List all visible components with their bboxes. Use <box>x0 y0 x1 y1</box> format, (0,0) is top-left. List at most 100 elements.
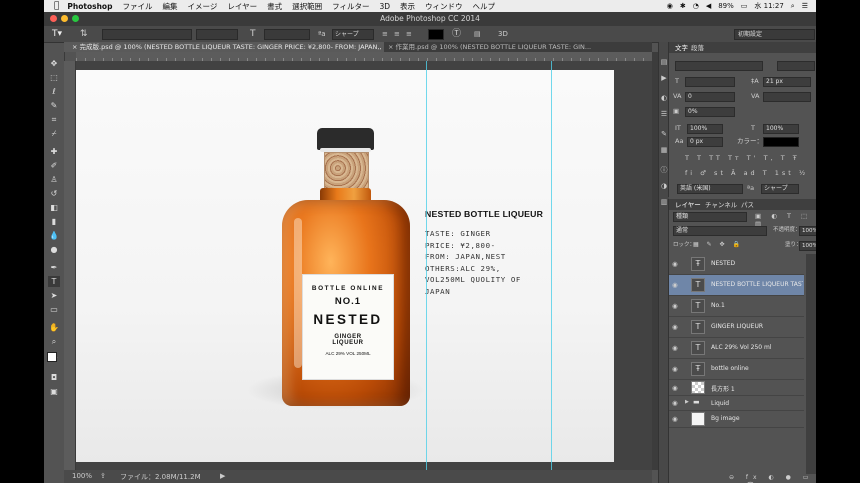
menu-layer[interactable]: レイヤー <box>227 1 257 12</box>
guide-line-left[interactable] <box>426 61 427 470</box>
language-select[interactable]: 英語 (米国) <box>677 184 743 194</box>
menu-file[interactable]: ファイル <box>122 1 152 12</box>
properties-panel-icon[interactable]: ☰ <box>660 110 668 118</box>
layer-row[interactable]: ◉ Bg image <box>669 411 804 428</box>
layers-scrollbar[interactable] <box>806 254 816 474</box>
gradient-tool-icon[interactable]: ▮ <box>48 216 60 227</box>
info-panel-icon[interactable]: ⓘ <box>660 166 668 174</box>
styles-panel-icon[interactable]: ▦ <box>660 146 668 154</box>
bottle-label[interactable]: BOTTLE ONLINE NO.1 NESTED GINGER LIQUEUR… <box>302 274 394 380</box>
lock-icons[interactable]: ▦ ✎ ✥ 🔒 <box>693 241 743 249</box>
font-family-select[interactable] <box>102 29 192 40</box>
layer-row[interactable]: ◉ Ŧ bottle online <box>669 359 804 380</box>
tab-layers[interactable]: レイヤー <box>675 200 701 210</box>
document-canvas[interactable]: BOTTLE ONLINE NO.1 NESTED GINGER LIQUEUR… <box>76 70 614 462</box>
close-window-button[interactable] <box>50 15 57 22</box>
menu-filter[interactable]: フィルター <box>332 1 369 12</box>
share-icon[interactable]: ⇪ <box>100 472 106 480</box>
guide-line-right[interactable] <box>551 61 552 470</box>
layer-row[interactable]: ◉ T GINGER LIQUEUR <box>669 317 804 338</box>
tab-close-icon[interactable]: × <box>388 43 396 51</box>
bluetooth-icon[interactable]: ✱ <box>680 2 686 10</box>
minimize-window-button[interactable] <box>61 15 68 22</box>
volume-icon[interactable]: ◀ <box>706 2 711 10</box>
layer-group-row[interactable]: ◉ ▶ ▬ Liquid <box>669 396 804 411</box>
layer-filter-kind[interactable]: 種類 <box>673 212 747 222</box>
blur-tool-icon[interactable]: 💧 <box>48 230 60 241</box>
character-antialias-select[interactable]: シャープ <box>761 184 799 194</box>
clock[interactable]: 水 11:27 <box>754 1 783 11</box>
menu-help[interactable]: ヘルプ <box>473 1 496 12</box>
ruler-vertical[interactable] <box>64 61 76 470</box>
wifi-icon[interactable]: ◔ <box>693 2 699 10</box>
battery-percent[interactable]: 89% <box>718 2 734 10</box>
eyedropper-tool-icon[interactable]: ⌿ <box>48 128 60 139</box>
history-panel-icon[interactable]: ▤ <box>660 58 668 66</box>
tab-close-icon[interactable]: × <box>72 43 80 51</box>
history-brush-tool-icon[interactable]: ↺ <box>48 188 60 199</box>
tab-paragraph[interactable]: 段落 <box>691 43 704 53</box>
fill-field[interactable]: 100% <box>799 241 816 251</box>
layer-row[interactable]: ◉ 長方形 1 <box>669 380 804 396</box>
visibility-eye-icon[interactable]: ◉ <box>672 399 678 407</box>
brush-tool-icon[interactable]: ✐ <box>48 160 60 171</box>
quick-mask-icon[interactable]: ◘ <box>48 372 60 383</box>
marquee-tool-icon[interactable]: ⬚ <box>48 72 60 83</box>
font-style-field[interactable] <box>777 61 815 71</box>
menu-window[interactable]: ウィンドウ <box>425 1 463 12</box>
visibility-eye-icon[interactable]: ◉ <box>672 415 678 423</box>
clone-stamp-tool-icon[interactable]: ♙ <box>48 174 60 185</box>
zoom-window-button[interactable] <box>72 15 79 22</box>
menu-select[interactable]: 選択範囲 <box>292 1 322 12</box>
group-expand-arrow-icon[interactable]: ▶ <box>685 399 689 405</box>
search-icon[interactable]: ⌕ <box>791 2 795 11</box>
visibility-eye-icon[interactable]: ◉ <box>672 384 678 392</box>
visibility-eye-icon[interactable]: ◉ <box>672 260 678 268</box>
eraser-tool-icon[interactable]: ◧ <box>48 202 60 213</box>
visibility-eye-icon[interactable]: ◉ <box>672 323 678 331</box>
path-selection-tool-icon[interactable]: ➤ <box>48 290 60 301</box>
baseline-field[interactable]: 0 px <box>687 137 723 147</box>
zoom-tool-icon[interactable]: ⌕ <box>48 336 60 347</box>
tsume-field[interactable]: 0% <box>685 107 735 117</box>
antialias-select[interactable]: シャープ <box>332 29 374 40</box>
menu-app-name[interactable]: Photoshop <box>67 2 112 11</box>
menu-view[interactable]: 表示 <box>400 1 415 12</box>
color-panel-icon[interactable]: ◑ <box>660 182 668 190</box>
font-size-select[interactable] <box>264 29 310 40</box>
layer-row-selected[interactable]: ◉ T NESTED BOTTLE LIQUEUR TASTE: GING... <box>669 275 804 296</box>
horizontal-scale-field[interactable]: 100% <box>763 124 799 134</box>
zoom-level[interactable]: 100% <box>72 472 92 480</box>
leading-field[interactable]: 21 px <box>763 77 811 87</box>
actions-panel-icon[interactable]: ▶ <box>660 74 668 82</box>
font-family-field[interactable] <box>675 61 763 71</box>
workspace-select[interactable]: 初期設定 <box>734 29 815 40</box>
tab-channels[interactable]: チャンネル <box>705 200 737 210</box>
align-right-icon[interactable]: ≡ <box>406 29 412 39</box>
hand-tool-icon[interactable]: ✋ <box>48 322 60 333</box>
pen-tool-icon[interactable]: ✒ <box>48 262 60 273</box>
warp-text-icon[interactable]: Ⓣ <box>452 29 461 39</box>
font-style-select[interactable] <box>196 29 238 40</box>
type-tool-icon[interactable]: T <box>48 276 60 287</box>
lasso-tool-icon[interactable]: ℓ <box>48 86 60 97</box>
crop-tool-icon[interactable]: ⌗ <box>48 114 60 125</box>
opentype-buttons[interactable]: fi ♂ st Ā ad T 1st ½ <box>685 169 808 177</box>
visibility-eye-icon[interactable]: ◉ <box>672 302 678 310</box>
faux-style-buttons[interactable]: T T TT Tт T' T, T Ŧ <box>685 154 800 162</box>
brush-panel-icon[interactable]: ✎ <box>660 130 668 138</box>
menu-image[interactable]: イメージ <box>187 1 217 12</box>
layer-row[interactable]: ◉ T No.1 <box>669 296 804 317</box>
quick-select-tool-icon[interactable]: ✎ <box>48 100 60 111</box>
character-color-swatch[interactable] <box>763 137 799 147</box>
file-info[interactable]: ファイル：2.08M/11.2M <box>120 472 201 482</box>
tab-paths[interactable]: パス <box>741 200 754 210</box>
layer-row[interactable]: ◉ Ŧ NESTED <box>669 254 804 275</box>
orientation-toggle-icon[interactable]: ⇅ <box>80 29 88 39</box>
tracking-field[interactable]: 0 <box>685 92 735 102</box>
menu-edit[interactable]: 編集 <box>162 1 177 12</box>
align-center-icon[interactable]: ≡ <box>394 29 400 39</box>
layer-row[interactable]: ◉ T ALC 29% Vol 250 ml <box>669 338 804 359</box>
screen-mode-icon[interactable]: ▣ <box>48 386 60 397</box>
status-menu-arrow-icon[interactable]: ▶ <box>220 472 225 480</box>
